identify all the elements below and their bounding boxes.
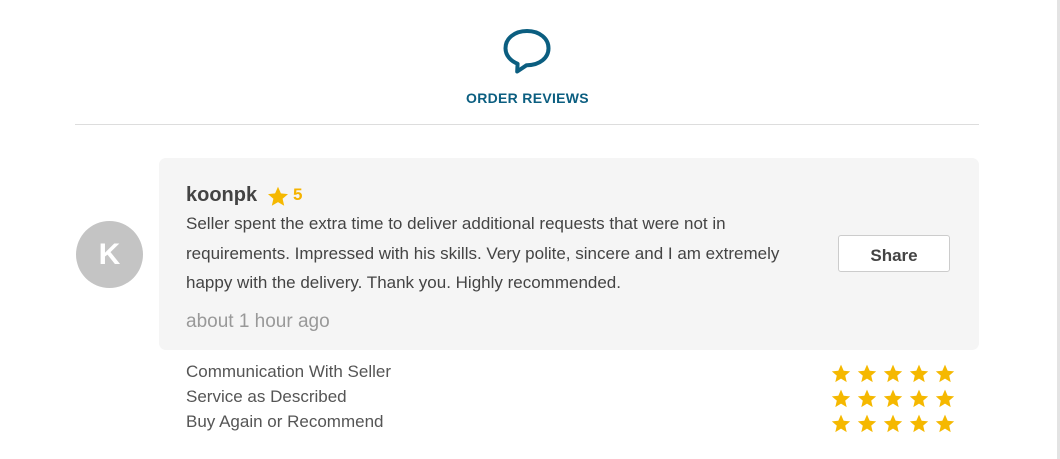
rating-value: 5 [293,185,303,204]
star-icon [935,414,955,433]
star-icon [935,389,955,408]
star-icon [909,389,929,408]
star-icon [909,364,929,383]
breakdown-label-recommend: Buy Again or Recommend [186,412,384,431]
star-icon [935,364,955,383]
star-rating-communication [830,363,956,385]
star-icon [857,389,877,408]
breakdown-label-communication: Communication With Seller [186,362,392,381]
star-icon [883,364,903,383]
review-text: Seller spent the extra time to deliver a… [186,214,780,292]
avatar: K [76,221,143,288]
speech-bubble-icon [503,29,551,74]
breakdown-label-service: Service as Described [186,387,347,406]
star-icon [883,389,903,408]
star-icon [909,414,929,433]
review-card: koonpk 5 Seller spent the extra time to … [159,158,979,350]
star-rating-service [830,388,956,410]
share-button[interactable]: Share [838,235,950,272]
page-title: ORDER REVIEWS [466,90,589,106]
star-rating-recommend [830,413,956,435]
star-icon [857,414,877,433]
star-icon [831,389,851,408]
star-icon [831,414,851,433]
reviewer-name[interactable]: koonpk [186,184,257,207]
star-icon [268,186,288,206]
reviews-header: ORDER REVIEWS [0,0,1060,124]
header-divider [75,124,979,125]
star-icon [883,414,903,433]
star-icon [857,364,877,383]
review-timestamp: about 1 hour ago [186,311,330,332]
star-icon [831,364,851,383]
